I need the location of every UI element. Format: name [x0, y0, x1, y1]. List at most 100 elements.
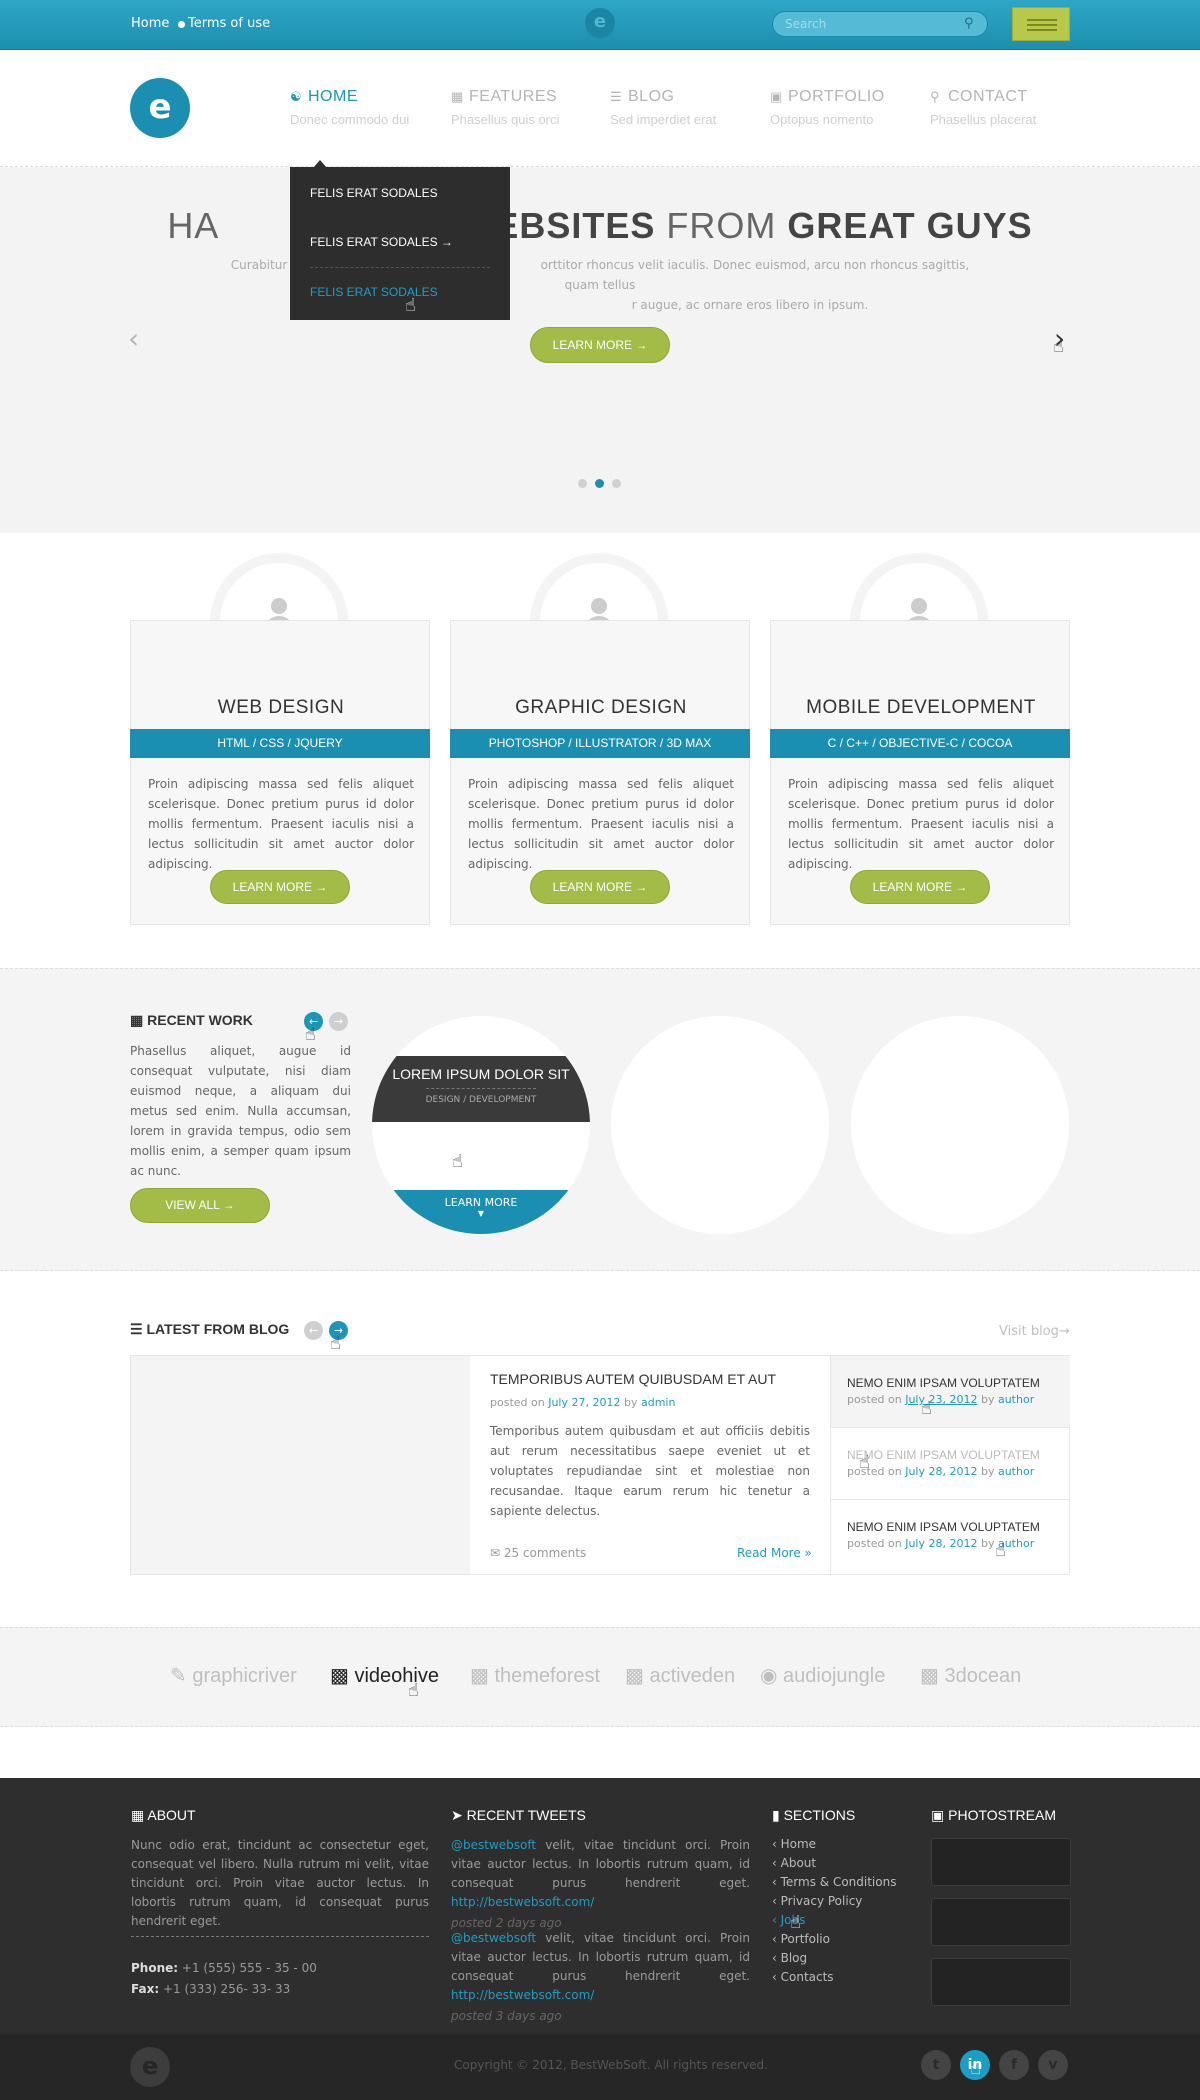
service-learn-more-button[interactable]: LEARN MORE →: [530, 870, 670, 904]
nav-sub: Optopus nomento: [770, 112, 874, 127]
nav-dropdown: FELIS ERAT SODALES FELIS ERAT SODALES → …: [290, 167, 510, 320]
partner-name: activeden: [649, 1665, 736, 1687]
blog-main-text: Temporibus autem quibusdam et aut offici…: [490, 1424, 810, 1518]
recent-next-button[interactable]: →: [329, 1012, 348, 1031]
nav-label: BLOG: [628, 88, 675, 105]
by-label: by: [623, 1396, 638, 1409]
blog-date-link[interactable]: July 27, 2012: [548, 1396, 620, 1409]
partner-logo-3docean[interactable]: ▩ 3docean: [920, 1663, 1021, 1688]
blog-main-title[interactable]: TEMPORIBUS AUTEM QUIBUSDAM ET AUT: [490, 1371, 776, 1387]
tweet-url-link[interactable]: http://bestwebsoft.com/: [451, 1988, 594, 2002]
partner-logo-audiojungle[interactable]: ◉ audiojungle: [760, 1663, 885, 1688]
slider-dot-3[interactable]: [612, 479, 621, 488]
hand-cursor-icon: ☝: [408, 1680, 419, 1701]
phone-label: Phone:: [131, 1961, 179, 1975]
partner-logo-activeden[interactable]: ▩ activeden: [625, 1663, 735, 1688]
facebook-icon[interactable]: f: [999, 2050, 1029, 2080]
view-all-button[interactable]: VIEW ALL →: [130, 1188, 270, 1223]
blog-author-link[interactable]: admin: [641, 1396, 675, 1409]
side-author-link[interactable]: author: [998, 1393, 1034, 1406]
partner-logo-videohive[interactable]: ▩ videohive: [330, 1663, 439, 1688]
top-link-terms[interactable]: Terms of use: [188, 16, 270, 31]
slider-dot-1[interactable]: [578, 479, 587, 488]
portfolio-item[interactable]: [611, 1016, 829, 1234]
search-input[interactable]: Search: [772, 11, 988, 37]
section-link-privacy[interactable]: ‹ Privacy Policy: [772, 1892, 896, 1911]
separator-dot: [178, 21, 185, 28]
blog-side-item[interactable]: NEMO ENIM IPSAM VOLUPTATEM posted on Jul…: [831, 1428, 1070, 1500]
footer-logo[interactable]: e: [130, 2047, 170, 2087]
tweet-handle-link[interactable]: @bestwebsoft: [451, 1931, 536, 1945]
partner-name: audiojungle: [783, 1665, 886, 1687]
partner-name: 3docean: [944, 1665, 1022, 1687]
portfolio-item[interactable]: LOREM IPSUM DOLOR SIT DESIGN / DEVELOPME…: [372, 1016, 590, 1234]
nav-item-contact[interactable]: ⚲ CONTACT Phasellus placerat: [930, 88, 1036, 127]
service-learn-more-button[interactable]: LEARN MORE →: [850, 870, 990, 904]
portfolio-item[interactable]: [851, 1016, 1069, 1234]
blog-heading-text: LATEST FROM BLOG: [146, 1321, 290, 1337]
site-logo[interactable]: e: [130, 78, 190, 138]
blog-side-item[interactable]: NEMO ENIM IPSAM VOLUPTATEM posted on Jul…: [831, 1500, 1070, 1572]
tweet-handle-link[interactable]: @bestwebsoft: [451, 1838, 536, 1852]
blog-image: [131, 1356, 470, 1574]
user-icon: ☯: [290, 89, 303, 104]
search-icon[interactable]: ⚲: [964, 16, 977, 31]
slider-prev-icon[interactable]: ‹: [128, 322, 139, 355]
dropdown-item-1[interactable]: FELIS ERAT SODALES: [310, 186, 438, 200]
side-title: NEMO ENIM IPSAM VOLUPTATEM: [847, 1376, 1040, 1390]
nav-item-portfolio[interactable]: ▣ PORTFOLIO Optopus nomento: [770, 88, 885, 127]
footer-phone: Phone: +1 (555) 555 - 35 - 00: [131, 1959, 317, 1978]
side-date-link[interactable]: July 28, 2012: [905, 1465, 977, 1478]
tweet-url-link[interactable]: http://bestwebsoft.com/: [451, 1895, 594, 1909]
grid-icon: ▦: [451, 89, 464, 104]
top-logo[interactable]: e: [585, 8, 615, 38]
section-link-terms[interactable]: ‹ Terms & Conditions: [772, 1873, 896, 1892]
section-link-contacts[interactable]: ‹ Contacts: [772, 1968, 896, 1987]
visit-blog-link[interactable]: Visit blog→: [999, 1324, 1070, 1339]
nav-item-features[interactable]: ▦ FEATURES Phasellus quis orci: [451, 88, 559, 127]
side-meta: posted on July 28, 2012 by author: [847, 1537, 1035, 1550]
hero-text-right: orttitor rhoncus velit iaculis. Donec eu…: [540, 258, 970, 292]
chevron-down-icon: ▼: [477, 1209, 485, 1218]
themeforest-icon: ▩: [470, 1665, 489, 1687]
portfolio-learn-more-button[interactable]: LEARN MORE ▼: [372, 1190, 590, 1234]
section-link-home[interactable]: ‹ Home: [772, 1835, 896, 1854]
partner-logo-themeforest[interactable]: ▩ themeforest: [470, 1663, 600, 1688]
dropdown-item-3[interactable]: FELIS ERAT SODALES: [310, 285, 438, 299]
dropdown-item-2[interactable]: FELIS ERAT SODALES →: [310, 235, 453, 249]
section-link-about[interactable]: ‹ About: [772, 1854, 896, 1873]
phone-value: +1 (555) 555 - 35 - 00: [181, 1961, 317, 1975]
nav-item-blog[interactable]: ☰ BLOG Sed imperdiet erat: [610, 88, 716, 127]
blog-comments[interactable]: ✉ 25 comments: [490, 1546, 586, 1560]
vimeo-icon[interactable]: v: [1038, 2050, 1068, 2080]
service-learn-more-button[interactable]: LEARN MORE →: [210, 870, 350, 904]
image-icon: ▣: [931, 1807, 949, 1823]
side-date-link[interactable]: July 28, 2012: [905, 1537, 977, 1550]
nav-label: HOME: [308, 88, 358, 105]
nav-sub: Phasellus quis orci: [451, 112, 560, 127]
blog-side-item[interactable]: NEMO ENIM IPSAM VOLUPTATEM posted on Jul…: [831, 1356, 1070, 1428]
comments-count: 25 comments: [503, 1546, 587, 1560]
hero-title-bold2: GREAT GUYS: [787, 205, 1033, 246]
top-link-home[interactable]: Home: [131, 16, 169, 31]
section-link-blog[interactable]: ‹ Blog: [772, 1949, 896, 1968]
service-tags: PHOTOSHOP / ILLUSTRATOR / 3D MAX: [450, 729, 750, 758]
nav-item-home[interactable]: ☯ HOME Donec commodo dui: [290, 88, 409, 127]
menu-button[interactable]: [1012, 7, 1070, 41]
blog-prev-button[interactable]: ←: [304, 1321, 323, 1340]
twitter-icon[interactable]: t: [921, 2050, 951, 2080]
hero-title-prefix: HA: [167, 205, 220, 246]
partner-logo-graphicriver[interactable]: ✎ graphicriver: [170, 1663, 297, 1688]
photostream-thumb[interactable]: [931, 1958, 1071, 2006]
nav-sub: Sed imperdiet erat: [610, 112, 717, 127]
hero-learn-more-button[interactable]: LEARN MORE →: [530, 327, 670, 363]
side-author-link[interactable]: author: [998, 1465, 1034, 1478]
hero-title: HA WEBSITES FROM GREAT GUYS: [150, 205, 1050, 247]
side-date-link[interactable]: July 23, 2012: [905, 1393, 977, 1406]
photostream-thumb[interactable]: [931, 1838, 1071, 1886]
photostream-thumb[interactable]: [931, 1898, 1071, 1946]
service-tags: HTML / CSS / JQUERY: [130, 729, 430, 758]
read-more-link[interactable]: Read More »: [737, 1546, 812, 1560]
slider-dot-2[interactable]: [595, 479, 604, 488]
service-title: WEB DESIGN: [217, 697, 345, 718]
